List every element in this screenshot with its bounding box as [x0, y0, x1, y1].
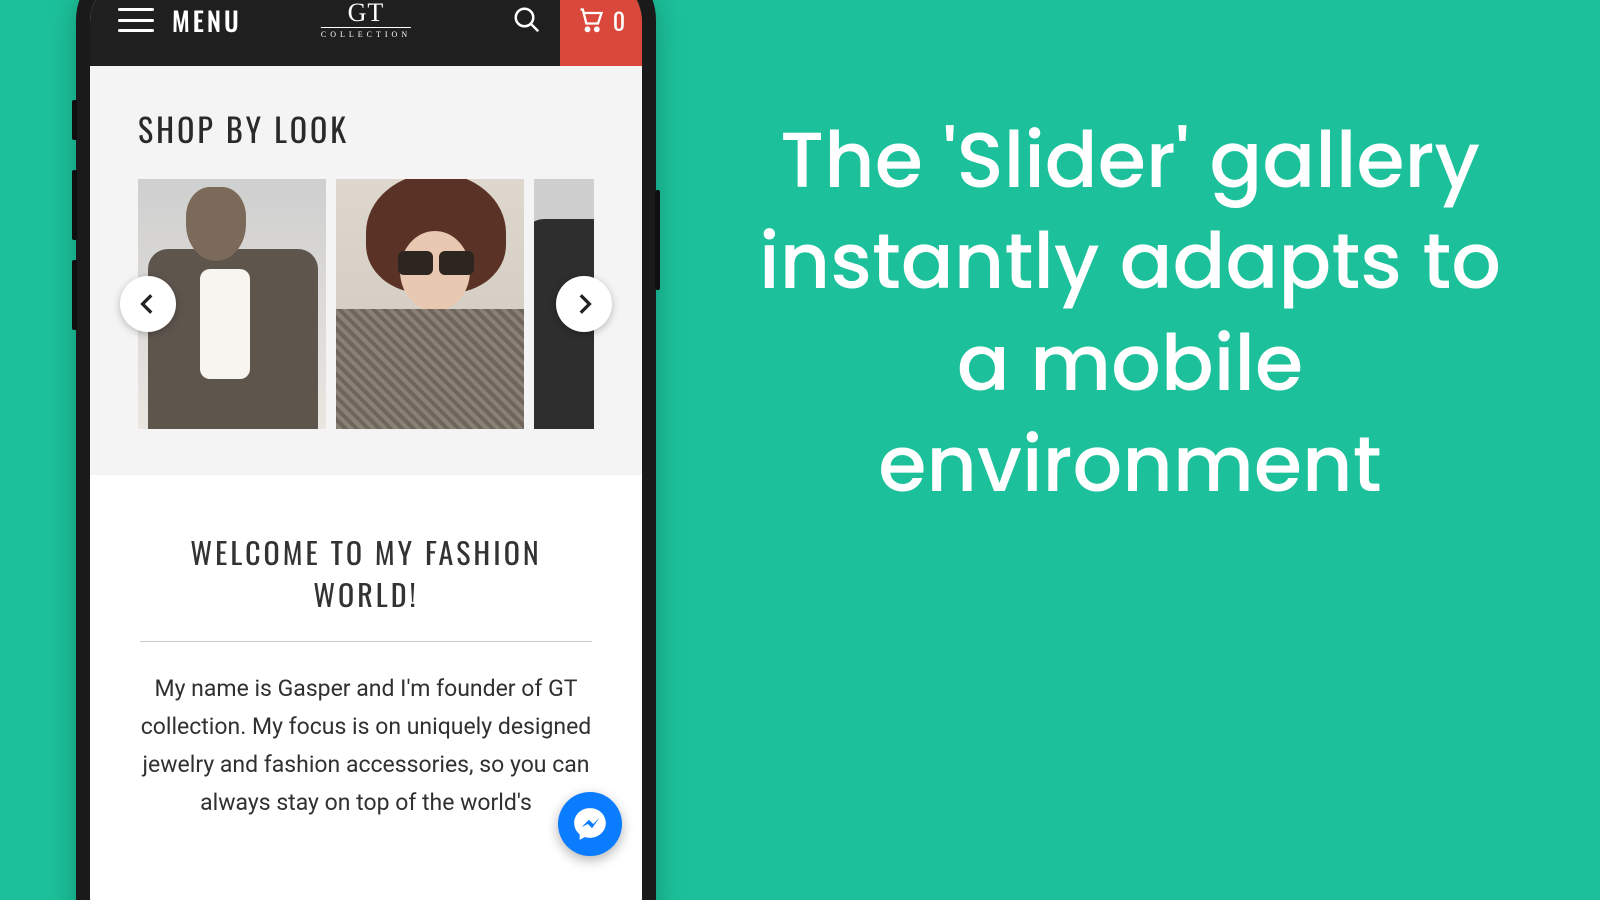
phone-side-button: [72, 170, 77, 240]
cart-button[interactable]: 0: [560, 0, 642, 66]
divider: [140, 641, 592, 642]
brand-logo[interactable]: GT COLLECTION: [321, 1, 411, 39]
slider-item[interactable]: [336, 179, 524, 429]
slider-next-button[interactable]: [556, 276, 612, 332]
cart-count: 0: [613, 2, 625, 38]
messenger-button[interactable]: [558, 792, 622, 856]
chevron-right-icon: [571, 291, 597, 317]
phone-side-button: [72, 260, 77, 330]
look-slider[interactable]: [138, 179, 594, 429]
hamburger-icon: [118, 8, 154, 32]
marketing-headline: The 'Slider' gallery instantly adapts to…: [730, 110, 1530, 516]
phone-side-button: [655, 190, 660, 290]
menu-label: MENU: [172, 1, 242, 40]
shop-by-look-section: SHOP BY LOOK: [90, 66, 642, 475]
app-header: MENU GT COLLECTION 0: [90, 0, 642, 66]
phone-side-button: [72, 100, 77, 140]
phone-frame: MENU GT COLLECTION 0 SHOP BY LOOK: [76, 0, 656, 900]
section-title: SHOP BY LOOK: [138, 106, 594, 153]
chevron-left-icon: [135, 291, 161, 317]
slider-prev-button[interactable]: [120, 276, 176, 332]
welcome-title: WELCOME TO MY FASHION WORLD!: [140, 531, 592, 615]
brand-main: GT: [321, 1, 411, 24]
menu-button[interactable]: MENU: [90, 1, 242, 40]
cart-icon: [577, 6, 605, 34]
messenger-icon: [571, 805, 609, 843]
welcome-body: My name is Gasper and I'm founder of GT …: [140, 670, 592, 822]
welcome-section: WELCOME TO MY FASHION WORLD! My name is …: [90, 475, 642, 822]
search-icon[interactable]: [512, 5, 542, 35]
phone-screen: MENU GT COLLECTION 0 SHOP BY LOOK: [90, 0, 642, 900]
brand-sub: COLLECTION: [321, 27, 411, 39]
